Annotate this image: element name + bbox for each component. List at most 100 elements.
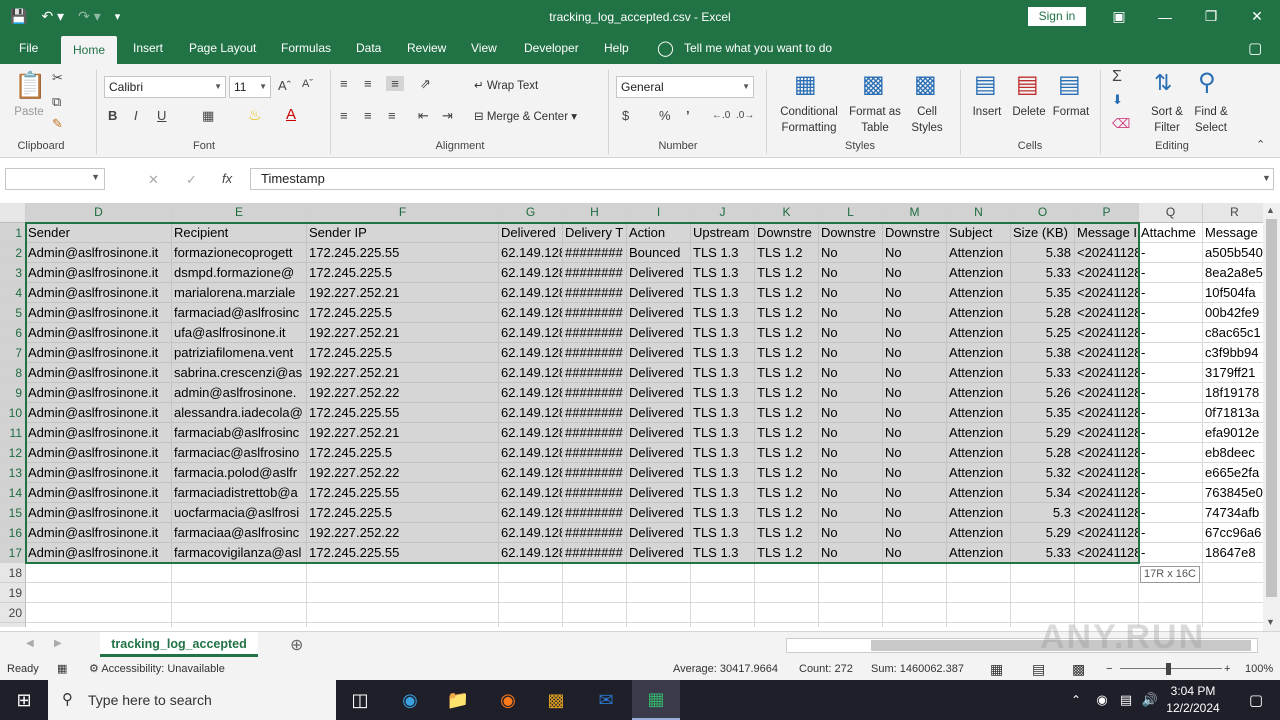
data-cell-h10[interactable]: ######## [563, 403, 627, 423]
data-cell-m11[interactable]: No [883, 423, 947, 443]
data-cell-g3[interactable]: 62.149.128 [499, 263, 563, 283]
data-cell-l13[interactable]: No [819, 463, 883, 483]
data-cell-d12[interactable]: Admin@aslfrosinone.it [26, 443, 172, 463]
column-header-j[interactable]: J [691, 203, 755, 223]
data-cell-m15[interactable]: No [883, 503, 947, 523]
excel-taskbar-icon[interactable]: ▦ [632, 680, 680, 720]
column-header-g[interactable]: G [499, 203, 563, 223]
data-cell-m4[interactable]: No [883, 283, 947, 303]
data-cell-f7[interactable]: 172.245.225.5 [307, 343, 499, 363]
font-size-combo[interactable]: 11 ▼ [229, 76, 271, 98]
accessibility-status[interactable]: ⚙ Accessibility: Unavailable [89, 658, 225, 680]
data-cell-q4[interactable]: - [1139, 283, 1203, 303]
data-cell-m14[interactable]: No [883, 483, 947, 503]
data-cell-g9[interactable]: 62.149.128 [499, 383, 563, 403]
empty-cell[interactable] [499, 603, 563, 623]
sort-filter-button[interactable]: Sort & Filter [1144, 104, 1190, 136]
header-cell-m[interactable]: Downstre [883, 223, 947, 243]
data-cell-p10[interactable]: <20241128 [1075, 403, 1139, 423]
clear-icon[interactable]: ⌫ [1112, 116, 1130, 132]
zoom-out-icon[interactable]: − [1106, 658, 1112, 680]
empty-cell[interactable] [1075, 563, 1139, 583]
data-cell-e12[interactable]: farmaciac@aslfrosino [172, 443, 307, 463]
data-cell-j6[interactable]: TLS 1.3 [691, 323, 755, 343]
page-layout-view-icon[interactable]: ▤ [1032, 658, 1045, 680]
data-cell-p4[interactable]: <20241128 [1075, 283, 1139, 303]
header-cell-j[interactable]: Upstream [691, 223, 755, 243]
row-header-10[interactable]: 10 [0, 403, 26, 423]
sort-filter-icon[interactable]: ⇅ [1154, 70, 1172, 96]
empty-cell[interactable] [499, 583, 563, 603]
data-cell-j15[interactable]: TLS 1.3 [691, 503, 755, 523]
column-header-o[interactable]: O [1011, 203, 1075, 223]
data-cell-k15[interactable]: TLS 1.2 [755, 503, 819, 523]
align-middle-icon[interactable]: ≡ [364, 76, 372, 91]
row-header-13[interactable]: 13 [0, 463, 26, 483]
data-cell-f11[interactable]: 192.227.252.21 [307, 423, 499, 443]
data-cell-d5[interactable]: Admin@aslfrosinone.it [26, 303, 172, 323]
empty-cell[interactable] [627, 603, 691, 623]
column-header-f[interactable]: F [307, 203, 499, 223]
data-cell-f15[interactable]: 172.245.225.5 [307, 503, 499, 523]
data-cell-d3[interactable]: Admin@aslfrosinone.it [26, 263, 172, 283]
empty-cell[interactable] [1203, 623, 1263, 627]
data-cell-e13[interactable]: farmacia.polod@aslfr [172, 463, 307, 483]
empty-cell[interactable] [172, 583, 307, 603]
borders-icon[interactable]: ▦ [202, 108, 214, 124]
data-cell-n16[interactable]: Attenzion [947, 523, 1011, 543]
close-icon[interactable]: ✕ [1234, 0, 1280, 33]
prev-sheet-icon[interactable]: ◀ [26, 638, 34, 649]
row-header-15[interactable]: 15 [0, 503, 26, 523]
empty-cell[interactable] [691, 623, 755, 627]
format-cells-button[interactable]: Format [1048, 104, 1094, 120]
header-cell-i[interactable]: Action [627, 223, 691, 243]
insert-cells-button[interactable]: Insert [966, 104, 1008, 120]
data-cell-r6[interactable]: c8ac65c1 [1203, 323, 1263, 343]
data-cell-k5[interactable]: TLS 1.2 [755, 303, 819, 323]
data-cell-j16[interactable]: TLS 1.3 [691, 523, 755, 543]
data-cell-r10[interactable]: 0f71813a [1203, 403, 1263, 423]
data-cell-h3[interactable]: ######## [563, 263, 627, 283]
zoom-slider[interactable] [1120, 668, 1222, 669]
empty-cell[interactable] [755, 603, 819, 623]
data-cell-d4[interactable]: Admin@aslfrosinone.it [26, 283, 172, 303]
data-cell-g14[interactable]: 62.149.128 [499, 483, 563, 503]
tab-review[interactable]: Review [407, 33, 446, 64]
empty-cell[interactable] [883, 623, 947, 627]
data-cell-i6[interactable]: Delivered [627, 323, 691, 343]
align-bottom-icon[interactable]: ≡ [386, 76, 404, 91]
sign-in-button[interactable]: Sign in [1028, 7, 1086, 26]
data-cell-n6[interactable]: Attenzion [947, 323, 1011, 343]
zoom-slider-thumb[interactable] [1166, 663, 1171, 675]
column-header-n[interactable]: N [947, 203, 1011, 223]
find-select-icon[interactable]: ⚲ [1198, 68, 1216, 97]
empty-cell[interactable] [947, 563, 1011, 583]
data-cell-p9[interactable]: <20241128 [1075, 383, 1139, 403]
tab-formulas[interactable]: Formulas [281, 33, 331, 64]
increase-decimal-icon[interactable]: ←.0 [712, 110, 730, 121]
format-as-table-icon[interactable]: ▩ [862, 70, 885, 99]
data-cell-n9[interactable]: Attenzion [947, 383, 1011, 403]
percent-button[interactable]: % [659, 108, 671, 123]
data-cell-n5[interactable]: Attenzion [947, 303, 1011, 323]
data-cell-q7[interactable]: - [1139, 343, 1203, 363]
data-cell-n4[interactable]: Attenzion [947, 283, 1011, 303]
data-cell-f6[interactable]: 192.227.252.21 [307, 323, 499, 343]
data-cell-f17[interactable]: 172.245.225.55 [307, 543, 499, 563]
data-cell-q17[interactable]: - [1139, 543, 1203, 563]
data-cell-g2[interactable]: 62.149.128 [499, 243, 563, 263]
data-cell-e15[interactable]: uocfarmacia@aslfrosi [172, 503, 307, 523]
decrease-indent-icon[interactable]: ⇤ [418, 108, 429, 124]
file-explorer-icon[interactable]: 📁 [434, 680, 482, 720]
data-cell-g17[interactable]: 62.149.128 [499, 543, 563, 563]
empty-cell[interactable] [1203, 603, 1263, 623]
data-cell-p2[interactable]: <20241128 [1075, 243, 1139, 263]
data-cell-f14[interactable]: 172.245.225.55 [307, 483, 499, 503]
data-cell-o16[interactable]: 5.29 [1011, 523, 1075, 543]
empty-cell[interactable] [26, 623, 172, 627]
data-cell-q14[interactable]: - [1139, 483, 1203, 503]
data-cell-o6[interactable]: 5.25 [1011, 323, 1075, 343]
empty-cell[interactable] [172, 623, 307, 627]
data-cell-i5[interactable]: Delivered [627, 303, 691, 323]
data-cell-r14[interactable]: 763845e0 [1203, 483, 1263, 503]
